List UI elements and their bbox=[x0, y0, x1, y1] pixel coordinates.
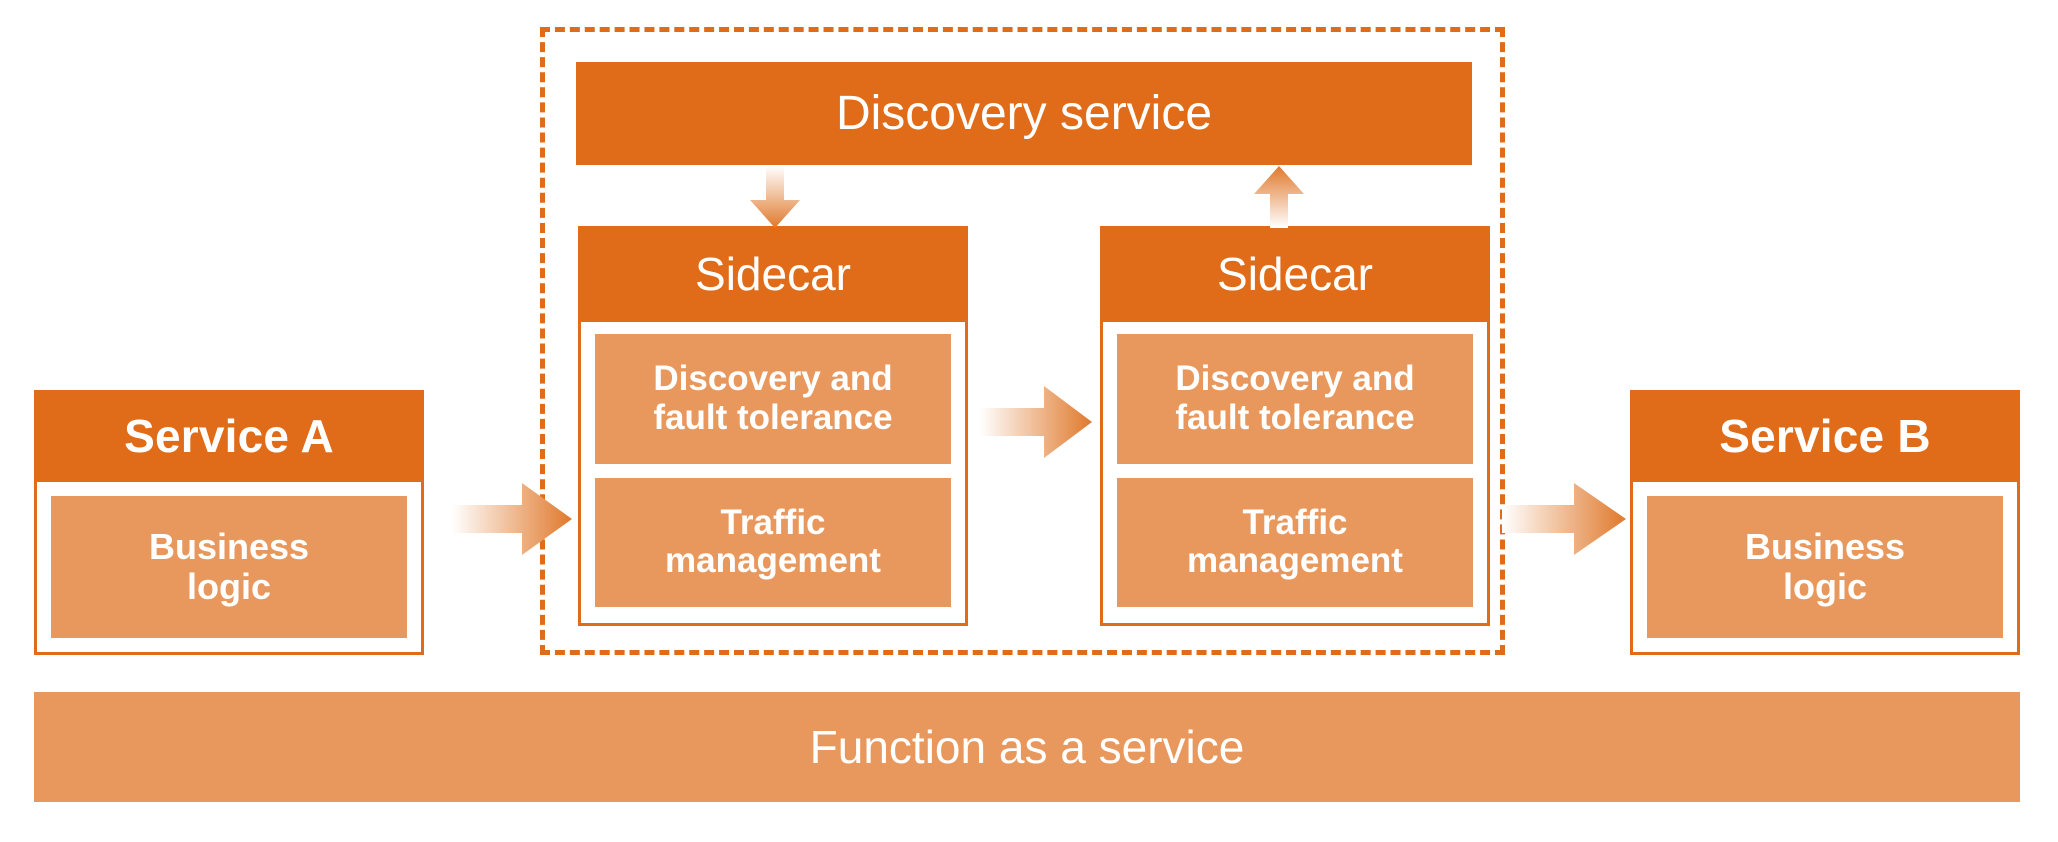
arrow-discovery-to-sidecar-left-icon bbox=[750, 166, 800, 228]
diagram-canvas: Service A Business logic Discovery servi… bbox=[0, 0, 2058, 842]
service-a-business-logic-line1: Business bbox=[148, 525, 310, 567]
sidecar-right-chip1-line2: management bbox=[1187, 541, 1403, 581]
sidecar-left-chip-discovery-fault-tolerance: Discovery and fault tolerance bbox=[595, 334, 951, 464]
service-a-business-logic-chip: Business logic bbox=[51, 496, 407, 638]
discovery-service-box[interactable]: Discovery service bbox=[576, 62, 1472, 165]
sidecar-right-chip-traffic-management: Traffic management bbox=[1117, 477, 1473, 607]
sidecar-right-body: Discovery and fault tolerance Traffic ma… bbox=[1100, 322, 1490, 626]
sidecar-left-chip1-line2: management bbox=[665, 541, 881, 581]
arrow-sidecar-right-to-discovery-icon bbox=[1254, 166, 1304, 228]
sidecar-left-chip0-line2: fault tolerance bbox=[653, 397, 893, 437]
sidecar-left-chip-traffic-management: Traffic management bbox=[595, 477, 951, 607]
service-b-body: Business logic bbox=[1630, 482, 2020, 655]
service-a-card[interactable]: Service A Business logic bbox=[34, 390, 424, 655]
sidecar-left-chip0-line1: Discovery and bbox=[653, 359, 893, 399]
function-as-a-service-label: Function as a service bbox=[809, 721, 1245, 773]
sidecar-right-chip0-line1: Discovery and bbox=[1175, 359, 1415, 399]
sidecar-right-chip0-line2: fault tolerance bbox=[1175, 397, 1415, 437]
service-b-card[interactable]: Service B Business logic bbox=[1630, 390, 2020, 655]
sidecar-left-card[interactable]: Sidecar Discovery and fault tolerance Tr… bbox=[578, 226, 968, 626]
service-b-title: Service B bbox=[1630, 390, 2020, 482]
sidecar-left-title: Sidecar bbox=[578, 226, 968, 322]
sidecar-right-chip1-line1: Traffic bbox=[1242, 502, 1348, 542]
sidecar-left-chip1-line1: Traffic bbox=[720, 502, 826, 542]
service-b-business-logic-chip: Business logic bbox=[1647, 496, 2003, 638]
arrow-sidecar-right-to-service-b-icon bbox=[1502, 483, 1626, 555]
service-b-business-logic-line2: logic bbox=[1782, 566, 1867, 607]
sidecar-left-body: Discovery and fault tolerance Traffic ma… bbox=[578, 322, 968, 626]
service-a-body: Business logic bbox=[34, 482, 424, 655]
service-a-business-logic-line2: logic bbox=[186, 566, 271, 607]
service-a-title: Service A bbox=[34, 390, 424, 482]
sidecar-right-card[interactable]: Sidecar Discovery and fault tolerance Tr… bbox=[1100, 226, 1490, 626]
sidecar-right-chip-discovery-fault-tolerance: Discovery and fault tolerance bbox=[1117, 334, 1473, 464]
function-as-a-service-bar[interactable]: Function as a service bbox=[34, 692, 2020, 802]
sidecar-right-title: Sidecar bbox=[1100, 226, 1490, 322]
arrow-sidecar-left-to-sidecar-right-icon bbox=[980, 386, 1092, 458]
discovery-service-label: Discovery service bbox=[835, 86, 1213, 140]
arrow-service-a-to-sidecar-left-icon bbox=[452, 483, 572, 555]
service-b-business-logic-line1: Business bbox=[1744, 525, 1906, 567]
